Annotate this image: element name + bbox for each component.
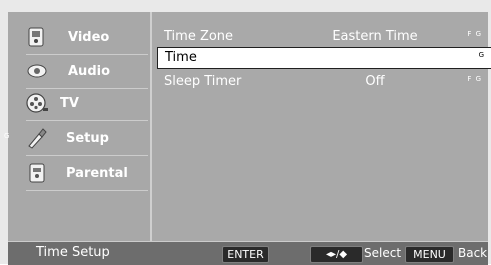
divider [26, 120, 148, 121]
sidebar-item-tv[interactable]: TV [16, 88, 148, 121]
setting-row-time[interactable]: Time G [157, 47, 491, 69]
divider [26, 190, 148, 191]
sidebar-item-label: TV [60, 95, 79, 111]
parental-icon [24, 160, 50, 186]
back-hint: Back [458, 246, 488, 260]
setting-row-sleep-timer[interactable]: Sleep Timer Off F G [160, 72, 488, 91]
enter-button[interactable]: ENTER [222, 246, 269, 263]
footer-title: Time Setup [36, 245, 110, 260]
setting-value: Eastern Time [332, 29, 418, 44]
key-marker: F G [467, 30, 482, 38]
sidebar-item-video[interactable]: Video [16, 22, 148, 55]
sidebar-item-label: Parental [66, 165, 128, 181]
setting-label: Time [165, 50, 197, 65]
audio-icon [24, 58, 50, 84]
video-icon [24, 24, 50, 50]
sidebar-item-audio[interactable]: Audio [16, 56, 148, 89]
divider [26, 54, 148, 55]
setting-label: Time Zone [164, 29, 234, 44]
setting-value: Off [365, 74, 385, 89]
menu-button[interactable]: MENU [405, 246, 454, 263]
sidebar-item-setup[interactable]: G Setup [4, 123, 148, 156]
setting-row-time-zone[interactable]: Time Zone Eastern Time F G [160, 27, 488, 46]
sidebar-item-label: Video [68, 29, 110, 45]
key-marker: G [4, 132, 10, 140]
key-marker: G [478, 51, 485, 59]
sidebar-item-label: Setup [66, 130, 109, 146]
setting-label: Sleep Timer [164, 74, 242, 89]
setup-icon [24, 125, 50, 151]
navigate-select-button[interactable]: ◂▸/◆ [310, 246, 363, 263]
sidebar-item-label: Audio [68, 63, 111, 79]
sidebar-item-parental[interactable]: Parental [16, 158, 148, 191]
divider [26, 155, 148, 156]
select-hint: Select [364, 246, 402, 260]
tv-icon [24, 90, 50, 116]
footer-bar: Time Setup ENTER ◂▸/◆ Select MENU Back [8, 241, 488, 265]
key-marker: F G [467, 75, 482, 83]
